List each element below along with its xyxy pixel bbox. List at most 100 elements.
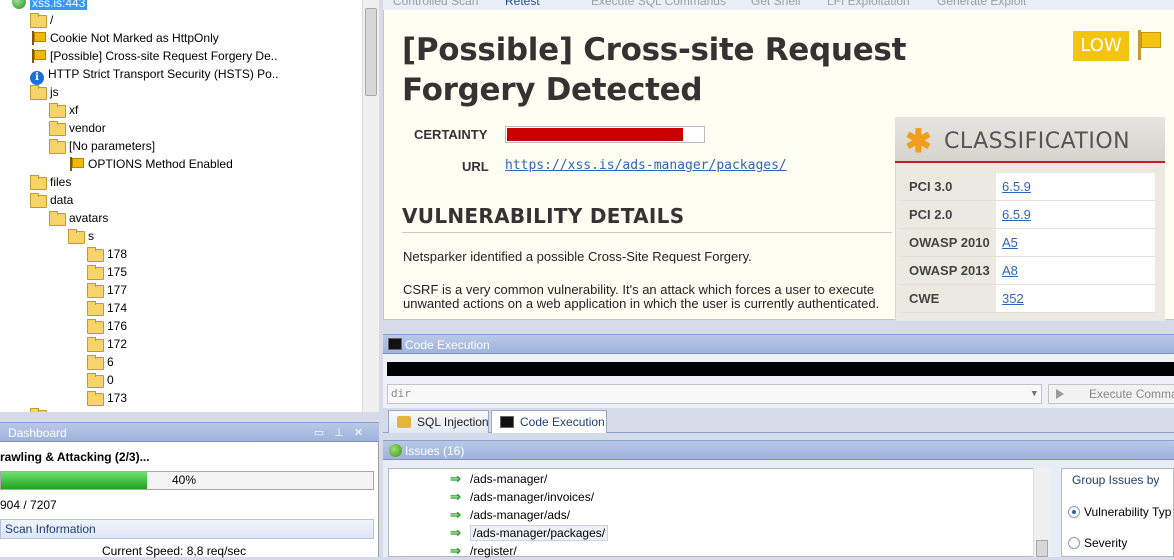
classification-link[interactable]: A8 <box>996 257 1155 284</box>
scan-phase: rawling & Attacking (2/3)... <box>0 450 150 464</box>
tab-code-execution[interactable]: Code Execution <box>491 410 607 433</box>
tree-node[interactable]: Cookie Not Marked as HttpOnly <box>30 29 219 47</box>
tree-node[interactable] <box>30 406 50 412</box>
details-paragraph: Netsparker identified a possible Cross-S… <box>403 249 752 264</box>
issues-title: Issues (16) <box>405 444 465 458</box>
arrow-right-icon: ⇒ <box>450 489 461 504</box>
folder-icon <box>87 247 104 262</box>
scrollbar-thumb[interactable] <box>365 8 377 96</box>
tree-node[interactable]: 178 <box>87 245 127 263</box>
vulnerability-title: [Possible] Cross-site Request Forgery De… <box>402 32 907 108</box>
command-input[interactable]: dir ▼ <box>387 384 1042 404</box>
list-item[interactable]: ⇒/ads-manager/ <box>450 470 547 488</box>
tree-node[interactable]: 173 <box>87 389 127 407</box>
lfi-exploitation-button[interactable]: LFI Exploitation <box>827 0 910 8</box>
tree-node[interactable]: files <box>30 173 71 191</box>
certainty-fill <box>507 128 684 141</box>
tree-scrollbar[interactable] <box>362 0 379 412</box>
dashboard-title: Dashboard <box>8 426 67 440</box>
list-item[interactable]: ⇒/register/ <box>450 542 517 560</box>
tree-node[interactable]: 176 <box>87 317 127 335</box>
folder-icon <box>87 265 104 280</box>
execute-sql-button[interactable]: Execute SQL Commands <box>591 0 726 8</box>
folder-icon <box>87 391 104 406</box>
generate-exploit-button[interactable]: Generate Exploit <box>937 0 1026 8</box>
classification-link[interactable]: 6.5.9 <box>996 201 1155 228</box>
pin-icon[interactable]: ⊥ <box>334 427 354 439</box>
group-issues-title: Group Issues by <box>1072 473 1160 487</box>
site-tree[interactable]: xss.is:443 / Cookie Not Marked as HttpOn… <box>0 0 379 412</box>
classification-link[interactable]: 6.5.9 <box>996 173 1155 200</box>
folder-icon <box>49 103 66 118</box>
code-execution-header: Code Execution <box>383 334 1174 354</box>
get-shell-button[interactable]: Get Shell <box>751 0 800 8</box>
tree-node[interactable]: 0 <box>87 371 114 389</box>
group-by-vulnerability-radio[interactable]: Vulnerability Typ <box>1068 505 1171 519</box>
list-item[interactable]: ⇒/ads-manager/invoices/ <box>450 488 594 506</box>
chevron-down-icon[interactable]: ▼ <box>1032 385 1037 403</box>
group-by-severity-radio[interactable]: Severity <box>1068 536 1127 550</box>
play-icon <box>1056 389 1064 399</box>
code-execution-title: Code Execution <box>405 338 490 352</box>
globe-icon <box>12 0 26 9</box>
report-toolbar: Controlled Scan Retest Execute SQL Comma… <box>383 0 1174 10</box>
tree-node[interactable]: js <box>30 83 59 101</box>
flag-icon <box>68 157 84 171</box>
progress-label: 40% <box>171 473 197 487</box>
dashboard-header: Dashboard ▭⊥✕ <box>0 422 379 442</box>
minimize-icon[interactable]: ▭ <box>314 427 334 439</box>
folder-icon <box>30 193 47 208</box>
classification-row: PCI 2.0 6.5.9 <box>901 201 1155 229</box>
tree-node[interactable]: 175 <box>87 263 127 281</box>
tree-node[interactable]: [No parameters] <box>49 137 155 155</box>
tree-node[interactable]: / <box>30 11 53 29</box>
request-count: 904 / 7207 <box>0 498 57 512</box>
scan-progress-bar: 40% <box>0 471 374 490</box>
arrow-right-icon: ⇒ <box>450 507 461 522</box>
close-icon[interactable]: ✕ <box>354 427 373 439</box>
list-item[interactable]: ⇒/ads-manager/ads/ <box>450 506 570 524</box>
scrollbar-thumb[interactable] <box>1036 540 1048 557</box>
classification-title: CLASSIFICATION <box>944 129 1131 154</box>
tree-node[interactable]: i HTTP Strict Transport Security (HSTS) P… <box>30 65 279 85</box>
retest-button[interactable]: Retest <box>505 0 540 8</box>
issues-scrollbar[interactable] <box>1033 468 1050 557</box>
tab-sql-injection[interactable]: SQL Injection <box>388 410 489 433</box>
tree-node[interactable]: data <box>30 191 73 209</box>
url-label: URL <box>462 159 489 174</box>
classification-row: CWE 352 <box>901 285 1155 313</box>
tree-node[interactable]: OPTIONS Method Enabled <box>68 155 233 173</box>
tree-node[interactable]: [Possible] Cross-site Request Forgery De… <box>30 47 277 65</box>
tree-node[interactable]: 174 <box>87 299 127 317</box>
certainty-label: CERTAINTY <box>414 127 488 142</box>
certainty-bar <box>505 126 705 143</box>
tree-node[interactable]: 177 <box>87 281 127 299</box>
classification-link[interactable]: A5 <box>996 229 1155 256</box>
folder-icon <box>87 355 104 370</box>
scan-information-header[interactable]: Scan Information <box>0 519 374 539</box>
tree-node[interactable]: 172 <box>87 335 127 353</box>
speed-label: Current Speed: <box>102 544 184 558</box>
controlled-scan-button[interactable]: Controlled Scan <box>393 0 478 8</box>
execute-command-button[interactable]: Execute Comma <box>1048 384 1174 404</box>
folder-icon <box>49 211 66 226</box>
folder-icon <box>49 121 66 136</box>
details-paragraph: CSRF is a very common vulnerability. It'… <box>403 282 880 311</box>
folder-icon <box>30 175 47 190</box>
classification-link[interactable]: 352 <box>996 285 1155 312</box>
list-item-selected[interactable]: ⇒/ads-manager/packages/ <box>450 524 609 542</box>
tree-node[interactable]: avatars <box>49 209 108 227</box>
bug-icon <box>389 444 402 457</box>
tree-node[interactable]: 6 <box>87 353 114 371</box>
folder-icon <box>87 283 104 298</box>
folder-icon <box>87 337 104 352</box>
classification-row: OWASP 2010 A5 <box>901 229 1155 257</box>
speed-value: 8,8 req/sec <box>186 544 247 558</box>
current-speed: Current Speed: 8,8 req/sec <box>102 544 246 558</box>
tree-node[interactable]: vendor <box>49 119 106 137</box>
vulnerable-url-link[interactable]: https://xss.is/ads-manager/packages/ <box>505 158 787 173</box>
folder-icon <box>68 229 85 244</box>
tree-node[interactable]: xf <box>49 101 78 119</box>
arrow-right-icon: ⇒ <box>450 471 461 486</box>
tree-node[interactable]: s <box>68 227 94 245</box>
